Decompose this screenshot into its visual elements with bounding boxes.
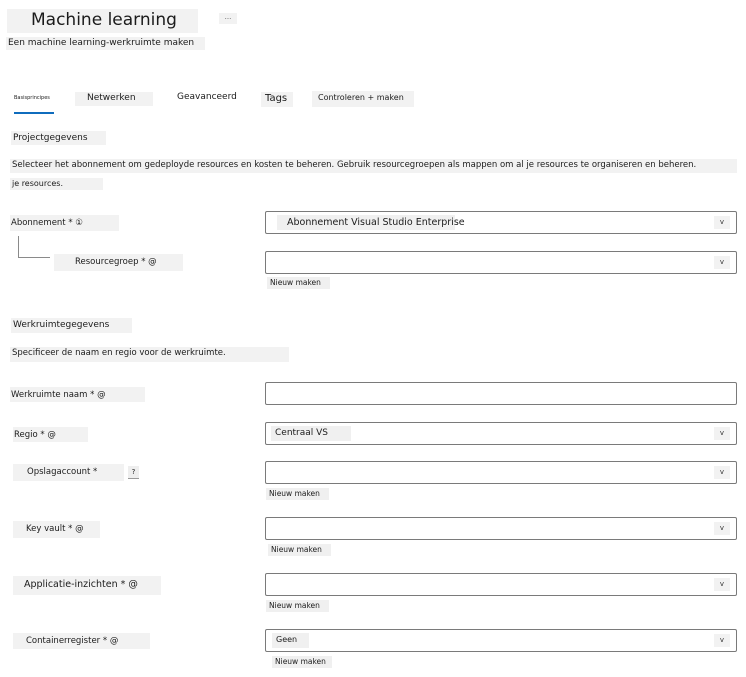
region-value: Centraal VS: [271, 426, 351, 441]
create-workspace-page: { "header": { "title": "Machine learning…: [0, 0, 746, 677]
container-registry-label: Containerregister * @: [13, 633, 150, 649]
project-details-heading: Projectgegevens: [11, 131, 106, 145]
tab-review-create[interactable]: Controleren + maken: [312, 91, 414, 107]
application-insights-dropdown[interactable]: v: [265, 573, 737, 596]
chevron-down-icon: v: [714, 216, 730, 229]
region-label: Regio * @: [13, 427, 88, 442]
hierarchy-connector: [18, 236, 50, 258]
subscription-label: Abonnement * ①: [10, 215, 119, 231]
key-vault-dropdown[interactable]: v: [265, 517, 737, 540]
workspace-name-label: Werkruimte naam * @: [10, 387, 145, 402]
application-insights-label: Applicatie-inzichten * @: [13, 576, 161, 595]
chevron-down-icon: v: [714, 256, 730, 269]
container-registry-value: Geen: [272, 633, 309, 648]
resource-group-create-new-link[interactable]: Nieuw maken: [267, 277, 330, 289]
resource-group-label: Resourcegroep * @: [54, 254, 183, 271]
container-registry-create-new-link[interactable]: Nieuw maken: [272, 656, 332, 668]
tab-basics[interactable]: Basisprincipes: [13, 93, 54, 105]
resource-group-dropdown[interactable]: v: [265, 251, 737, 274]
page-subtitle: Een machine learning-werkruimte maken: [6, 37, 205, 50]
tab-tags[interactable]: Tags: [261, 92, 293, 107]
project-description-line2: je resources.: [10, 178, 103, 190]
chevron-down-icon: v: [714, 427, 730, 440]
storage-account-create-new-link[interactable]: Nieuw maken: [266, 488, 329, 500]
workspace-name-input[interactable]: [265, 382, 737, 405]
tab-advanced[interactable]: Geavanceerd: [171, 93, 240, 107]
application-insights-create-new-link[interactable]: Nieuw maken: [266, 600, 329, 612]
more-options-button[interactable]: ...: [219, 13, 237, 24]
region-dropdown[interactable]: Centraal VS v: [265, 422, 737, 445]
project-description-line1: Selecteer het abonnement om gedeployde r…: [10, 159, 737, 173]
chevron-down-icon: v: [714, 522, 730, 535]
help-icon[interactable]: ?: [128, 466, 139, 479]
storage-account-dropdown[interactable]: v: [265, 461, 737, 484]
key-vault-create-new-link[interactable]: Nieuw maken: [268, 544, 331, 556]
subscription-value: Abonnement Visual Studio Enterprise: [277, 215, 465, 230]
chevron-down-icon: v: [714, 578, 730, 591]
chevron-down-icon: v: [714, 634, 730, 647]
workspace-description: Specificeer de naam en regio voor de wer…: [10, 347, 289, 362]
key-vault-label: Key vault * @: [13, 521, 100, 538]
page-title: Machine learning: [7, 9, 198, 33]
tab-selected-indicator: [14, 112, 54, 114]
container-registry-dropdown[interactable]: Geen v: [265, 629, 737, 652]
subscription-dropdown[interactable]: Abonnement Visual Studio Enterprise v: [265, 211, 737, 234]
chevron-down-icon: v: [714, 466, 730, 479]
storage-account-label: Opslagaccount *: [13, 464, 124, 481]
workspace-details-heading: Werkruimtegegevens: [11, 318, 132, 333]
tab-networking[interactable]: Netwerken: [75, 92, 153, 106]
